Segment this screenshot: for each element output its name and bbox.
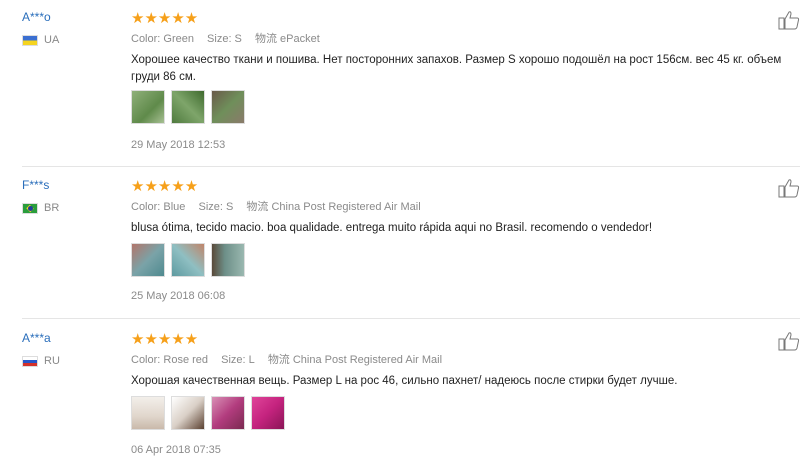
reviewer-country: BR <box>22 202 59 214</box>
brazil-flag-icon <box>22 202 38 214</box>
review-photo[interactable] <box>131 243 165 277</box>
shipping-method: 物流 China Post Registered Air Mail <box>246 201 421 213</box>
country-code: RU <box>44 355 60 367</box>
review-text: blusa ótima, tecido macio. boa qualidade… <box>131 222 653 234</box>
review-photo[interactable] <box>211 243 245 277</box>
size-option: Size: L <box>221 354 255 366</box>
photo-thumbnails <box>131 396 291 430</box>
review-photo[interactable] <box>171 243 205 277</box>
star-rating: ★★★★★ <box>131 178 199 195</box>
photo-thumbnails <box>131 243 251 277</box>
color-option: Color: Green <box>131 33 194 45</box>
review-photo[interactable] <box>131 396 165 430</box>
reviewer-country: UA <box>22 34 59 46</box>
review-photo[interactable] <box>211 90 245 124</box>
review-photo[interactable] <box>171 396 205 430</box>
review-photo[interactable] <box>131 90 165 124</box>
review-photo[interactable] <box>211 396 245 430</box>
review-meta: Color: Green Size: S 物流 ePacket <box>131 30 330 46</box>
review-text: Хорошее качество ткани и пошива. Нет пос… <box>131 54 782 83</box>
ukraine-flag-icon <box>22 34 38 46</box>
review-date: 29 May 2018 12:53 <box>131 139 226 151</box>
country-code: BR <box>44 202 60 214</box>
thumbs-up-icon[interactable] <box>778 178 800 198</box>
reviewer-name[interactable]: A***o <box>22 10 51 24</box>
star-rating: ★★★★★ <box>131 10 199 27</box>
review-item: F***s BR ★★★★★ Color: Blue Size: S 物流 Ch… <box>22 168 800 318</box>
thumbs-up-icon[interactable] <box>778 331 800 351</box>
country-code: UA <box>44 34 60 46</box>
review-text: Хорошая качественная вещь. Размер L на р… <box>131 375 678 387</box>
reviewer-country: RU <box>22 355 60 367</box>
review-date: 25 May 2018 06:08 <box>131 290 226 302</box>
review-photo[interactable] <box>171 90 205 124</box>
review-item: A***o UA ★★★★★ Color: Green Size: S 物流 e… <box>22 0 800 160</box>
divider <box>22 318 800 319</box>
color-option: Color: Blue <box>131 201 186 213</box>
size-option: Size: S <box>207 33 242 45</box>
divider <box>22 166 800 167</box>
shipping-method: 物流 ePacket <box>254 33 320 45</box>
review-photo[interactable] <box>251 396 285 430</box>
review-meta: Color: Rose red Size: L 物流 China Post Re… <box>131 351 452 367</box>
size-option: Size: S <box>198 201 234 213</box>
shipping-method: 物流 China Post Registered Air Mail <box>267 354 443 366</box>
thumbs-up-icon[interactable] <box>778 10 800 30</box>
review-date: 06 Apr 2018 07:35 <box>131 444 221 456</box>
reviewer-name[interactable]: A***a <box>22 331 51 345</box>
review-item: A***a RU ★★★★★ Color: Rose red Size: L 物… <box>22 321 800 459</box>
russia-flag-icon <box>22 355 38 367</box>
photo-thumbnails <box>131 90 251 124</box>
color-option: Color: Rose red <box>131 354 209 366</box>
review-meta: Color: Blue Size: S 物流 China Post Regist… <box>131 198 431 214</box>
star-rating: ★★★★★ <box>131 331 199 348</box>
reviewer-name[interactable]: F***s <box>22 178 49 192</box>
